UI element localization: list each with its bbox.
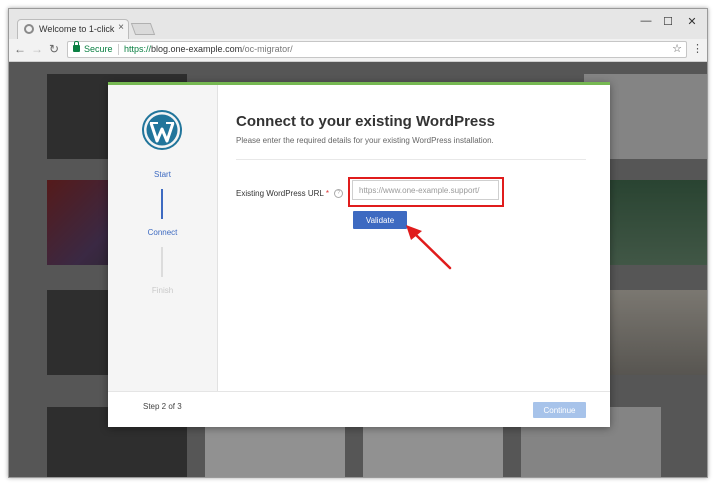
window-close-icon[interactable]: ✕ (685, 15, 699, 28)
step-count: Step 2 of 3 (143, 402, 182, 411)
step-start: Start (154, 170, 171, 179)
validate-button[interactable]: Validate (353, 211, 407, 229)
wordpress-logo-icon (142, 110, 182, 150)
browser-tab[interactable]: Welcome to 1-click Migr × (17, 19, 129, 39)
browser-window: Welcome to 1-click Migr × — ☐ ✕ ← → ↻ Se… (8, 8, 708, 478)
divider (118, 44, 119, 55)
help-icon[interactable]: ? (334, 189, 344, 199)
bookmark-star-icon[interactable]: ☆ (672, 42, 682, 55)
divider (236, 159, 586, 160)
url-field-label: Existing WordPress URL * ? (236, 189, 344, 199)
wordpress-url-input[interactable] (352, 180, 499, 200)
back-icon[interactable]: ← (13, 42, 27, 56)
wizard-content: Connect to your existing WordPress Pleas… (236, 113, 586, 270)
modal-subtitle: Please enter the required details for yo… (236, 136, 494, 145)
address-bar[interactable]: Secure https://blog.one-example.com/oc-m… (67, 41, 687, 58)
browser-menu-icon[interactable]: ⋮ (692, 42, 703, 55)
required-marker: * (325, 189, 329, 198)
url-path: /oc-migrator/ (242, 44, 293, 54)
url-field-label-text: Existing WordPress URL (236, 189, 324, 198)
continue-button[interactable]: Continue (533, 402, 586, 418)
browser-toolbar: ← → ↻ Secure https://blog.one-example.co… (9, 39, 707, 62)
minimize-icon[interactable]: — (639, 15, 653, 27)
migration-wizard-modal: Start Connect Finish Connect to your exi… (108, 82, 610, 427)
reload-icon[interactable]: ↻ (47, 42, 61, 56)
new-tab-button[interactable] (130, 23, 156, 35)
lock-icon (73, 41, 80, 52)
page-viewport: Start Connect Finish Connect to your exi… (9, 62, 707, 477)
tab-strip: Welcome to 1-click Migr × — ☐ ✕ (9, 9, 707, 39)
wizard-steps-sidebar: Start Connect Finish (108, 85, 218, 391)
url-host: blog.one-example.com (151, 44, 243, 54)
tab-close-icon[interactable]: × (118, 22, 124, 33)
url-scheme: https:// (124, 44, 152, 54)
wizard-footer: Step 2 of 3 Continue (108, 391, 610, 427)
tab-title: Welcome to 1-click Migr (39, 24, 117, 34)
red-arrow-icon (406, 225, 452, 270)
security-label: Secure (84, 44, 113, 54)
forward-icon[interactable]: → (30, 42, 44, 56)
maximize-icon[interactable]: ☐ (661, 15, 675, 28)
step-connect: Connect (147, 228, 178, 237)
step-connector (161, 189, 163, 219)
step-finish: Finish (151, 286, 174, 295)
modal-title: Connect to your existing WordPress (236, 113, 495, 130)
url-text: https://blog.one-example.com/oc-migrator… (124, 44, 293, 54)
step-connector (161, 247, 163, 277)
loading-favicon-icon (24, 24, 34, 34)
